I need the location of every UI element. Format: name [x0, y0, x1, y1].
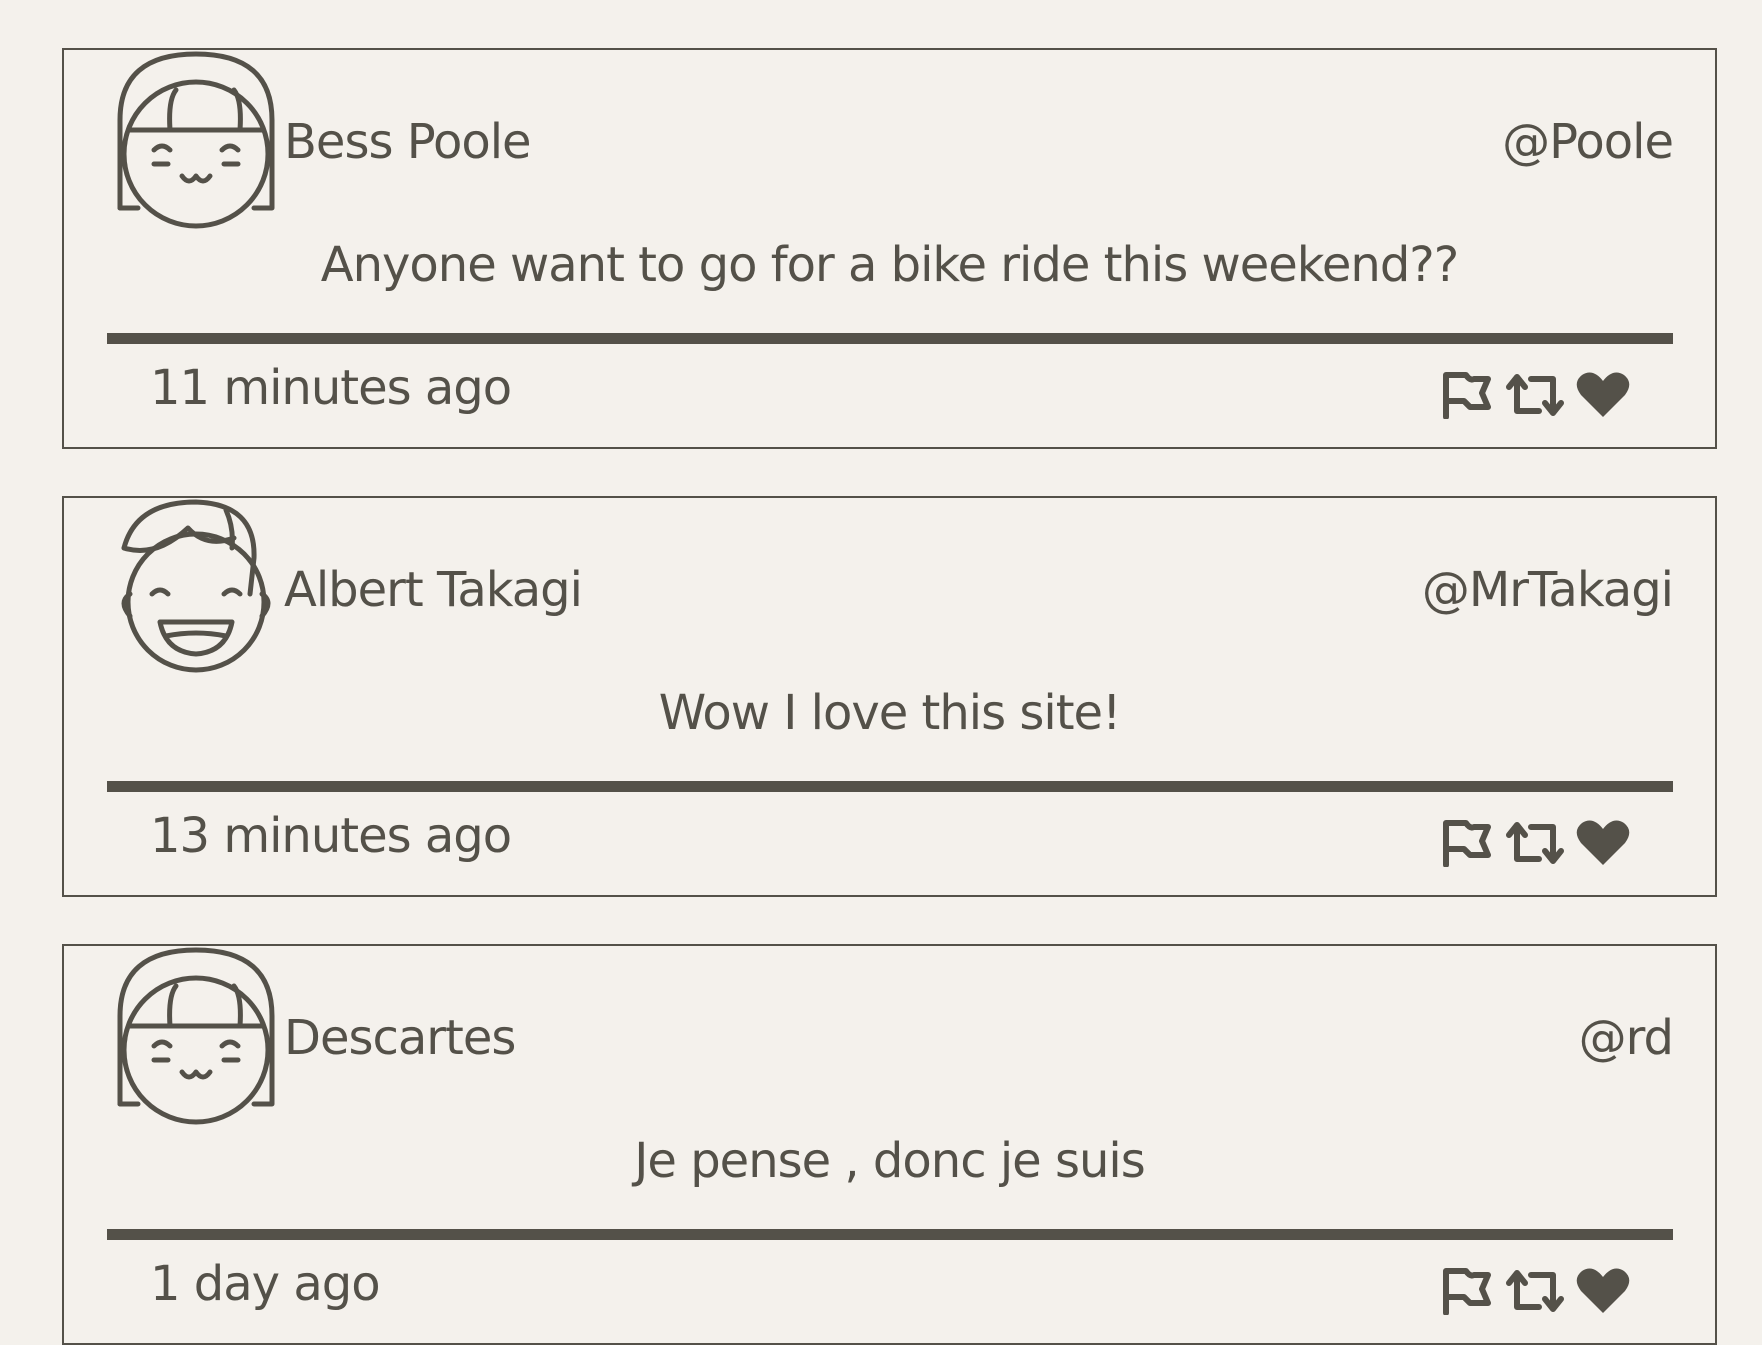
heart-icon[interactable]	[1573, 368, 1633, 422]
author-handle[interactable]: @MrTakagi	[1422, 560, 1674, 620]
retweet-icon[interactable]	[1505, 368, 1565, 422]
flag-icon[interactable]	[1437, 816, 1497, 870]
girl-avatar-icon	[116, 50, 276, 230]
heart-icon[interactable]	[1573, 816, 1633, 870]
tweet-actions	[1437, 368, 1633, 422]
tweet-message: Je pense , donc je suis	[634, 1133, 1145, 1189]
flag-icon[interactable]	[1437, 368, 1497, 422]
author-handle[interactable]: @rd	[1579, 1008, 1674, 1068]
author-name[interactable]: Albert Takagi	[284, 560, 583, 620]
timestamp: 11 minutes ago	[150, 360, 512, 416]
divider	[107, 781, 1673, 792]
timestamp: 1 day ago	[150, 1256, 381, 1312]
tweet-card: Bess Poole @Poole Anyone want to go for …	[62, 48, 1717, 449]
divider	[107, 333, 1673, 344]
tweet-actions	[1437, 816, 1633, 870]
author-name[interactable]: Descartes	[284, 1008, 516, 1068]
tweet-message: Wow I love this site!	[658, 685, 1122, 741]
tweet-actions	[1437, 1264, 1633, 1318]
flag-icon[interactable]	[1437, 1264, 1497, 1318]
author-handle[interactable]: @Poole	[1502, 112, 1674, 172]
girl-avatar-icon	[116, 946, 276, 1126]
tweet-feed: Bess Poole @Poole Anyone want to go for …	[0, 0, 1762, 1345]
tweet-card: Albert Takagi @MrTakagi Wow I love this …	[62, 496, 1717, 897]
author-name[interactable]: Bess Poole	[284, 112, 532, 172]
timestamp: 13 minutes ago	[150, 808, 512, 864]
heart-icon[interactable]	[1573, 1264, 1633, 1318]
tweet-message: Anyone want to go for a bike ride this w…	[320, 237, 1460, 293]
tweet-card: Descartes @rd Je pense , donc je suis 1 …	[62, 944, 1717, 1345]
retweet-icon[interactable]	[1505, 1264, 1565, 1318]
retweet-icon[interactable]	[1505, 816, 1565, 870]
boy-avatar-icon	[116, 498, 276, 678]
divider	[107, 1229, 1673, 1240]
